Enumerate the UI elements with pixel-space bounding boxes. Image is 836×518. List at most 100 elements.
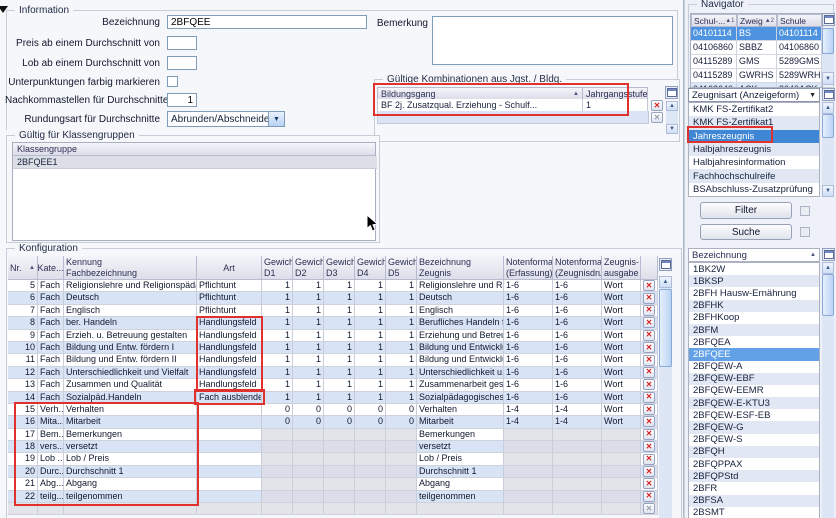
cell-nr[interactable]: 9 <box>8 330 38 342</box>
cell-notenformat-erfassung[interactable] <box>504 453 553 465</box>
cell-gewicht-d1[interactable]: 1 <box>262 330 293 342</box>
col-header-zeugnisausgabe[interactable]: Zeugnis-ausgabe <box>602 256 641 280</box>
cell-gewicht-d4[interactable]: 0 <box>355 404 386 416</box>
cell-gewicht-d5[interactable] <box>386 429 417 441</box>
cell-gewicht-d5[interactable] <box>386 491 417 503</box>
cell-kennung[interactable]: Abgang <box>64 478 197 490</box>
cell-gewicht-d3[interactable]: 1 <box>324 354 355 366</box>
cell-zeugnisausgabe[interactable]: Wort <box>602 292 641 304</box>
cell-kategorie[interactable]: Fach <box>38 354 64 366</box>
cell-kategorie[interactable]: Fach <box>38 392 64 404</box>
scroll-up-icon[interactable]: ▲ <box>666 101 678 111</box>
cell-gewicht-d3[interactable]: 1 <box>324 367 355 379</box>
cell-gewicht-d5[interactable] <box>386 478 417 490</box>
chevron-down-icon[interactable]: ▼ <box>268 112 284 126</box>
cell-notenformat-zeugnisdruck[interactable]: 1-4 <box>553 416 602 428</box>
cell-bezeichnung-zeugnis[interactable]: Durchschnitt 1 <box>417 466 504 478</box>
cell-kennung[interactable]: Religionslehre und Religionspädagogik <box>64 280 197 292</box>
delete-row-button[interactable]: ✕ <box>643 429 655 440</box>
cell-gewicht-d1[interactable] <box>262 491 293 503</box>
cell-kategorie[interactable]: Fach <box>38 280 64 292</box>
cell-nr[interactable]: 11 <box>8 354 38 366</box>
cell-bezeichnung-zeugnis[interactable]: Abgang <box>417 478 504 490</box>
cell-gewicht-d1[interactable]: 1 <box>262 305 293 317</box>
bezeichnung-item[interactable]: 2BFQEE <box>689 348 819 360</box>
cell-bezeichnung-zeugnis[interactable]: Berufliches Handeln f... <box>417 317 504 329</box>
cell-kategorie[interactable]: Fach <box>38 342 64 354</box>
cell-notenformat-zeugnisdruck[interactable] <box>553 478 602 490</box>
cell-kennung[interactable]: versetzt <box>64 441 197 453</box>
scrollbar-thumb[interactable] <box>659 289 672 367</box>
cell-notenformat-zeugnisdruck[interactable] <box>553 453 602 465</box>
cell-nr[interactable]: 8 <box>8 317 38 329</box>
cell-kennung[interactable]: teilgenommen <box>64 491 197 503</box>
cell-art[interactable]: Handlungsfeld <box>197 367 262 379</box>
field-chooser-button[interactable] <box>822 88 835 101</box>
cell-gewicht-d4[interactable]: 1 <box>355 292 386 304</box>
cell-kategorie[interactable]: Fach <box>38 367 64 379</box>
zeugnisart-item[interactable]: Jahreszeugnis <box>689 130 819 143</box>
navigator-row[interactable]: 04101114BS04101114 <box>691 27 822 41</box>
cell-kategorie[interactable]: Verh... <box>38 404 64 416</box>
cell-gewicht-d1[interactable]: 1 <box>262 280 293 292</box>
cell-gewicht-d4[interactable] <box>355 429 386 441</box>
cell-zeugnisausgabe[interactable]: Wort <box>602 416 641 428</box>
cell-nr[interactable]: 12 <box>8 367 38 379</box>
cell-gewicht-d5[interactable]: 1 <box>386 280 417 292</box>
scrollbar-thumb[interactable] <box>822 28 834 54</box>
cell-gewicht-d1[interactable] <box>262 466 293 478</box>
cell-gewicht-d3[interactable] <box>324 478 355 490</box>
cell-bezeichnung-zeugnis[interactable]: Bemerkungen <box>417 429 504 441</box>
cell-gewicht-d3[interactable]: 1 <box>324 317 355 329</box>
zeugnisart-item[interactable]: KMK FS-Zertifikat2 <box>689 103 819 116</box>
bezeichnung-item[interactable]: 1BK2W <box>689 263 819 275</box>
col-header-gewicht-d5[interactable]: GewichtD5 <box>386 256 417 280</box>
cell-bezeichnung-zeugnis[interactable]: Bildung und Entwicklu... <box>417 354 504 366</box>
nachkommastellen-input[interactable] <box>167 93 197 107</box>
cell-gewicht-d2[interactable]: 0 <box>293 416 324 428</box>
suche-button[interactable]: Suche <box>700 224 792 240</box>
cell-notenformat-erfassung[interactable]: 1-6 <box>504 330 553 342</box>
cell-notenformat-zeugnisdruck[interactable]: 1-6 <box>553 280 602 292</box>
navigator-col-header[interactable]: Schul-...▲1 <box>691 14 737 27</box>
scroll-down-icon[interactable]: ▼ <box>822 72 834 85</box>
cell-notenformat-zeugnisdruck[interactable]: 1-4 <box>553 404 602 416</box>
cell-art[interactable]: Handlungsfeld <box>197 354 262 366</box>
cell-gewicht-d3[interactable] <box>324 441 355 453</box>
cell-gewicht-d5[interactable]: 1 <box>386 342 417 354</box>
cell-notenformat-erfassung[interactable]: 1-6 <box>504 379 553 391</box>
delete-row-button[interactable]: ✕ <box>643 280 655 291</box>
col-header-kennung[interactable]: KennungFachbezeichnung <box>64 256 197 280</box>
cell-bezeichnung-zeugnis[interactable]: Englisch <box>417 305 504 317</box>
cell-gewicht-d2[interactable]: 1 <box>293 280 324 292</box>
bezeichnung-item[interactable]: 2BFHKoop <box>689 312 819 324</box>
cell-gewicht-d5[interactable]: 1 <box>386 379 417 391</box>
bemerkung-textarea[interactable] <box>432 16 673 65</box>
cell-notenformat-zeugnisdruck[interactable] <box>553 429 602 441</box>
cell-kategorie[interactable]: Mita... <box>38 416 64 428</box>
scrollbar-track[interactable] <box>822 316 834 518</box>
cell-gewicht-d2[interactable]: 1 <box>293 305 324 317</box>
cell-art[interactable] <box>197 416 262 428</box>
scroll-down-icon[interactable]: ▼ <box>666 124 678 134</box>
cell-gewicht-d2[interactable] <box>293 429 324 441</box>
field-chooser-button[interactable] <box>822 13 835 26</box>
cell-notenformat-erfassung[interactable] <box>504 441 553 453</box>
bezeichnung-item[interactable]: 2BFH Hausw-Ernährung <box>689 287 819 299</box>
cell-bezeichnung-zeugnis[interactable]: Bildung und Entwicklu... <box>417 342 504 354</box>
cell-gewicht-d1[interactable]: 0 <box>262 416 293 428</box>
cell-gewicht-d1[interactable]: 1 <box>262 367 293 379</box>
cell-gewicht-d3[interactable]: 1 <box>324 330 355 342</box>
bezeichnung-item[interactable]: 2BFR <box>689 482 819 494</box>
cell-kennung[interactable]: Sozialpäd.Handeln <box>64 392 197 404</box>
cell-gewicht-d4[interactable]: 1 <box>355 354 386 366</box>
cell-gewicht-d1[interactable]: 1 <box>262 354 293 366</box>
zeugnisart-item[interactable]: Halbjahreszeugnis <box>689 143 819 156</box>
cell-gewicht-d5[interactable]: 0 <box>386 416 417 428</box>
cell-nr[interactable]: 20 <box>8 466 38 478</box>
cell-gewicht-d5[interactable]: 0 <box>386 404 417 416</box>
field-chooser-button[interactable] <box>659 258 672 271</box>
zeugnisart-item[interactable]: KMK FS-Zertifikat1 <box>689 116 819 129</box>
cell-gewicht-d4[interactable]: 1 <box>355 342 386 354</box>
col-header-notenformat-zeugnisdruck[interactable]: Notenformat(Zeugnisdruck) <box>553 256 602 280</box>
